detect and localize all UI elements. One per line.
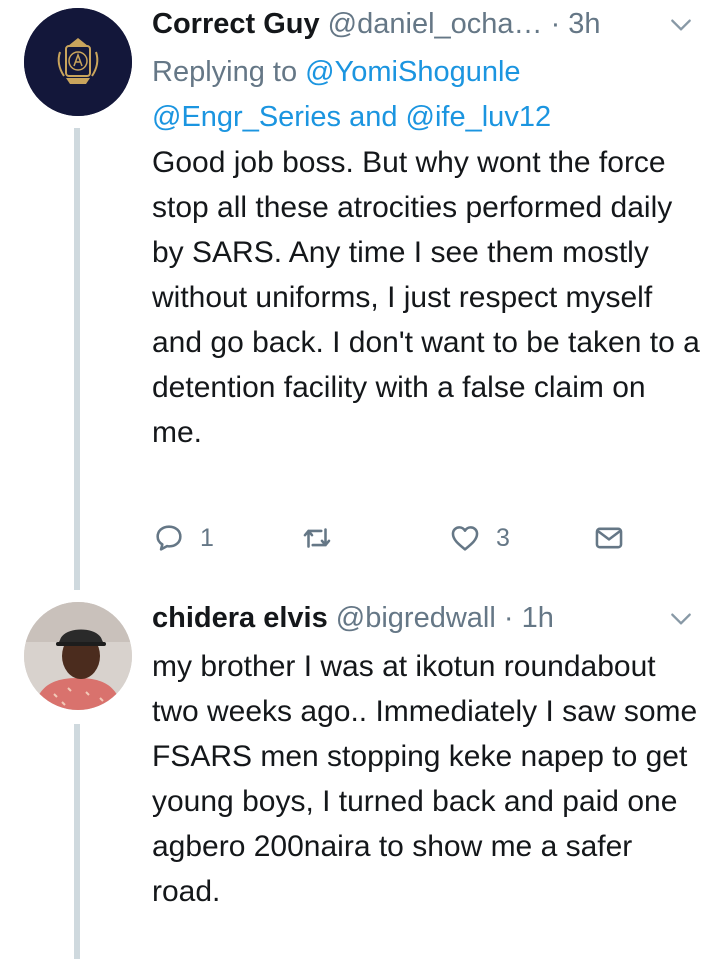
heart-icon bbox=[451, 526, 479, 551]
username[interactable]: @daniel_ocha… bbox=[328, 8, 543, 40]
action-bar: 1 3 bbox=[152, 518, 652, 558]
mention-link[interactable]: @Engr_Series bbox=[152, 101, 341, 133]
tweet-header: Correct Guy @daniel_ocha… · 3h bbox=[152, 4, 698, 44]
mention-joiner: and bbox=[349, 101, 398, 133]
replying-to: Replying to @YomiShogunle @Engr_Series a… bbox=[152, 50, 692, 140]
replying-to-label: Replying to bbox=[152, 56, 298, 88]
direct-message-button[interactable] bbox=[592, 518, 626, 558]
reply-button[interactable]: 1 bbox=[152, 518, 214, 558]
like-button[interactable]: 3 bbox=[448, 518, 510, 558]
thread-line bbox=[74, 128, 80, 590]
chevron-down-icon[interactable] bbox=[668, 606, 694, 632]
display-name[interactable]: Correct Guy bbox=[152, 8, 320, 40]
avatar[interactable] bbox=[24, 602, 132, 710]
timestamp[interactable]: · 3h bbox=[551, 8, 601, 40]
message-icon bbox=[595, 527, 623, 549]
username[interactable]: @bigredwall bbox=[336, 602, 496, 634]
reply-icon bbox=[156, 525, 182, 551]
tweet-text: Good job boss. But why wont the force st… bbox=[152, 146, 700, 449]
display-name[interactable]: chidera elvis bbox=[152, 602, 328, 634]
reply-count: 1 bbox=[200, 523, 214, 552]
retweet-icon bbox=[303, 528, 331, 548]
tweet-header: chidera elvis @bigredwall · 1h bbox=[152, 598, 698, 638]
logo-avatar-icon bbox=[24, 8, 132, 116]
avatar[interactable] bbox=[24, 8, 132, 116]
like-count: 3 bbox=[496, 523, 510, 552]
timestamp[interactable]: · 1h bbox=[504, 602, 554, 634]
tweet[interactable]: chidera elvis @bigredwall · 1h my brothe… bbox=[0, 590, 720, 959]
chevron-down-icon[interactable] bbox=[668, 12, 694, 38]
tweet-text: my brother I was at ikotun roundabout tw… bbox=[152, 650, 698, 908]
mention-link[interactable]: @ife_luv12 bbox=[406, 101, 552, 133]
user-photo-avatar bbox=[24, 602, 132, 710]
retweet-button[interactable] bbox=[300, 518, 334, 558]
thread-line bbox=[74, 724, 80, 959]
tweet[interactable]: Correct Guy @daniel_ocha… · 3h Replying … bbox=[0, 0, 720, 590]
mention-link[interactable]: @YomiShogunle bbox=[305, 56, 520, 88]
